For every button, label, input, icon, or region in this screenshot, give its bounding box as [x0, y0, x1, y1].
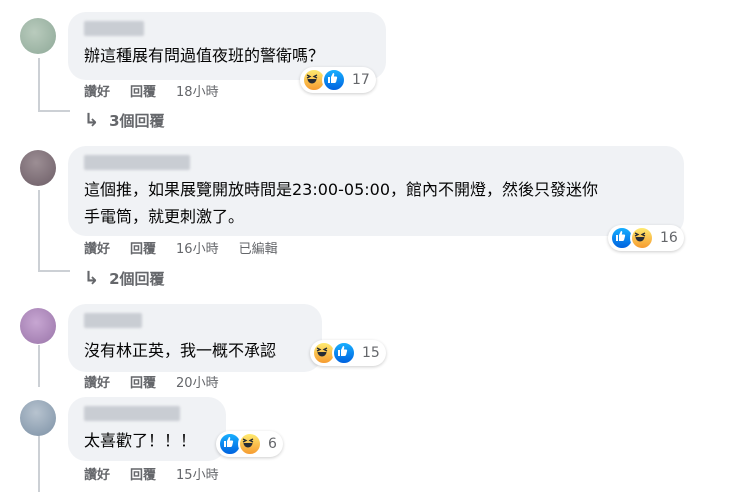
reply-button[interactable]: 回覆 — [130, 464, 156, 483]
reply-button[interactable]: 回覆 — [130, 81, 156, 100]
comment-bubble: 這個推，如果展覽開放時間是23:00-05:00，館內不開燈，然後只發迷你 手電… — [68, 146, 684, 236]
avatar[interactable] — [20, 400, 56, 436]
haha-reaction-icon — [238, 432, 262, 456]
thread-line — [38, 110, 70, 112]
reaction-summary[interactable]: 16 — [608, 225, 684, 251]
comment-actions: 讚好 回覆 15小時 — [84, 463, 239, 483]
comment-bubble: 沒有林正英，我一概不承認 — [68, 304, 322, 372]
timestamp[interactable]: 18小時 — [176, 81, 219, 100]
avatar[interactable] — [20, 308, 56, 344]
commenter-name[interactable] — [84, 21, 144, 36]
thread-line — [38, 58, 40, 110]
reaction-count: 17 — [352, 72, 370, 88]
timestamp[interactable]: 20小時 — [176, 372, 219, 391]
like-button[interactable]: 讚好 — [84, 464, 110, 483]
timestamp[interactable]: 15小時 — [176, 464, 219, 483]
like-button[interactable]: 讚好 — [84, 372, 110, 391]
reaction-count: 6 — [268, 436, 277, 452]
reply-button[interactable]: 回覆 — [130, 372, 156, 391]
commenter-name[interactable] — [84, 155, 190, 170]
avatar[interactable] — [20, 150, 56, 186]
like-reaction-icon — [322, 68, 346, 92]
like-reaction-icon — [332, 341, 356, 365]
reaction-summary[interactable]: 6 — [216, 431, 283, 457]
view-replies-button[interactable]: ↳ 2個回覆 — [84, 268, 165, 289]
thread-line — [38, 345, 40, 387]
comment-text: 沒有林正英，我一概不承認 — [84, 341, 277, 360]
comment-text-line: 這個推，如果展覽開放時間是23:00-05:00，館內不開燈，然後只發迷你 — [84, 180, 598, 199]
reaction-count: 15 — [362, 345, 380, 361]
reply-button[interactable]: 回覆 — [130, 238, 156, 257]
avatar[interactable] — [20, 18, 56, 54]
reply-arrow-icon: ↳ — [84, 268, 100, 289]
thread-line — [38, 270, 70, 272]
like-button[interactable]: 讚好 — [84, 81, 110, 100]
haha-reaction-icon — [630, 226, 654, 250]
reaction-summary[interactable]: 15 — [310, 340, 386, 366]
comment-text: 辦這種展有問過值夜班的警衛嗎？ — [84, 46, 325, 65]
like-button[interactable]: 讚好 — [84, 238, 110, 257]
thread-line — [38, 190, 40, 270]
thread-line — [38, 435, 40, 492]
edited-label[interactable]: 已編輯 — [239, 238, 278, 257]
reaction-count: 16 — [660, 230, 678, 246]
timestamp[interactable]: 16小時 — [176, 238, 219, 257]
comment-text-line: 手電筒，就更刺激了。 — [84, 207, 245, 226]
comment-text: 太喜歡了！！！ — [84, 431, 197, 450]
comment-actions: 讚好 回覆 16小時 已編輯 — [84, 237, 298, 257]
reply-arrow-icon: ↳ — [84, 110, 100, 131]
commenter-name[interactable] — [84, 313, 142, 328]
comment-bubble: 太喜歡了！！！ — [68, 397, 226, 461]
reaction-summary[interactable]: 17 — [300, 67, 376, 93]
commenter-name[interactable] — [84, 406, 180, 421]
view-replies-button[interactable]: ↳ 3個回覆 — [84, 110, 165, 131]
comment-actions: 讚好 回覆 18小時 — [84, 80, 239, 100]
comment-actions: 讚好 回覆 20小時 — [84, 371, 239, 391]
